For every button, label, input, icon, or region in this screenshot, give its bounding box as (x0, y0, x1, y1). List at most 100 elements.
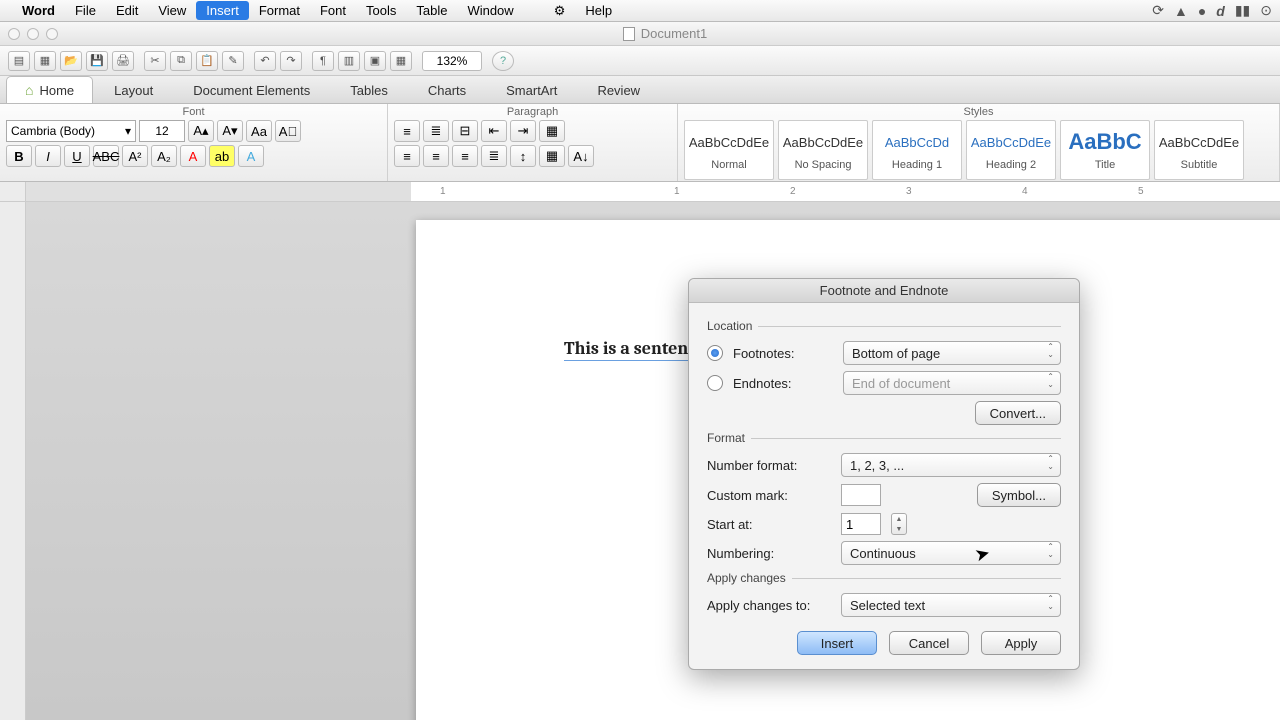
sidebar-button[interactable]: ▣ (364, 51, 386, 71)
menu-view[interactable]: View (148, 1, 196, 20)
style-title[interactable]: AaBbCTitle (1060, 120, 1150, 180)
menu-help[interactable]: Help (575, 1, 622, 20)
borders-button[interactable]: ▦ (539, 120, 565, 142)
number-format-select[interactable]: 1, 2, 3, ... (841, 453, 1061, 477)
style-no-spacing[interactable]: AaBbCcDdEeNo Spacing (778, 120, 868, 180)
increase-indent-button[interactable]: ⇥ (510, 120, 536, 142)
format-painter-button[interactable]: ✎ (222, 51, 244, 71)
bold-button[interactable]: B (6, 145, 32, 167)
underline-button[interactable]: U (64, 145, 90, 167)
style-normal[interactable]: AaBbCcDdEeNormal (684, 120, 774, 180)
tab-charts[interactable]: Charts (409, 77, 485, 103)
footnotes-radio[interactable] (707, 345, 723, 361)
menu-file[interactable]: File (65, 1, 106, 20)
italic-button[interactable]: I (35, 145, 61, 167)
justify-button[interactable]: ≣ (481, 145, 507, 167)
numbering-label: Numbering: (707, 546, 831, 561)
toolbox-button[interactable]: ▦ (390, 51, 412, 71)
app-name[interactable]: Word (22, 3, 55, 18)
font-size-select[interactable]: 12 (139, 120, 185, 142)
new-doc-button[interactable]: ▤ (8, 51, 30, 71)
shading-button[interactable]: ▦ (539, 145, 565, 167)
style-subtitle[interactable]: AaBbCcDdEeSubtitle (1154, 120, 1244, 180)
templates-button[interactable]: ▦ (34, 51, 56, 71)
shrink-font-button[interactable]: A▾ (217, 120, 243, 142)
font-name-select[interactable]: Cambria (Body)▾ (6, 120, 136, 142)
endnotes-radio[interactable] (707, 375, 723, 391)
sync-icon[interactable]: ⊙ (1260, 2, 1272, 19)
horizontal-ruler[interactable]: 1 1 2 3 4 5 (0, 182, 1280, 202)
menu-insert[interactable]: Insert (196, 1, 249, 20)
menu-format[interactable]: Format (249, 1, 310, 20)
script-menu-icon[interactable]: ⚙ (544, 1, 576, 21)
align-center-button[interactable]: ≡ (423, 145, 449, 167)
line-spacing-button[interactable]: ↕ (510, 145, 536, 167)
open-button[interactable]: 📂 (60, 51, 82, 71)
undo-button[interactable]: ↶ (254, 51, 276, 71)
style-heading-2[interactable]: AaBbCcDdEeHeading 2 (966, 120, 1056, 180)
zoom-window-button[interactable] (46, 28, 58, 40)
subscript-button[interactable]: A₂ (151, 145, 177, 167)
align-right-button[interactable]: ≡ (452, 145, 478, 167)
menu-table[interactable]: Table (406, 1, 457, 20)
convert-button[interactable]: Convert... (975, 401, 1061, 425)
apply-button[interactable]: Apply (981, 631, 1061, 655)
change-case-button[interactable]: Aa (246, 120, 272, 142)
apply-changes-label: Apply changes to: (707, 598, 831, 613)
cut-button[interactable]: ✂ (144, 51, 166, 71)
d-icon[interactable]: d (1216, 3, 1225, 19)
numbering-button[interactable]: ≣ (423, 120, 449, 142)
custom-mark-input[interactable] (841, 484, 881, 506)
vertical-ruler[interactable] (0, 202, 26, 720)
tab-document-elements[interactable]: Document Elements (174, 77, 329, 103)
redo-button[interactable]: ↷ (280, 51, 302, 71)
tab-tables[interactable]: Tables (331, 77, 407, 103)
highlight-button[interactable]: ab (209, 145, 235, 167)
symbol-button[interactable]: Symbol... (977, 483, 1061, 507)
sort-button[interactable]: A↓ (568, 145, 594, 167)
multilevel-button[interactable]: ⊟ (452, 120, 478, 142)
menu-window[interactable]: Window (457, 1, 523, 20)
hat-icon[interactable]: ● (1198, 3, 1206, 19)
help-button[interactable]: ? (492, 51, 514, 71)
print-button[interactable]: 🖨 (112, 51, 134, 71)
tab-smartart[interactable]: SmartArt (487, 77, 576, 103)
document-canvas[interactable]: This is a sentence. (26, 202, 1280, 720)
endnotes-location-select[interactable]: End of document (843, 371, 1061, 395)
apply-changes-select[interactable]: Selected text (841, 593, 1061, 617)
copy-button[interactable]: ⧉ (170, 51, 192, 71)
strikethrough-button[interactable]: ABC (93, 145, 119, 167)
bullets-button[interactable]: ≡ (394, 120, 420, 142)
number-format-label: Number format: (707, 458, 831, 473)
cancel-button[interactable]: Cancel (889, 631, 969, 655)
menu-font[interactable]: Font (310, 1, 356, 20)
battery-icon[interactable]: ▮▮ (1235, 2, 1250, 19)
tab-layout[interactable]: Layout (95, 77, 172, 103)
footnotes-location-select[interactable]: Bottom of page (843, 341, 1061, 365)
save-button[interactable]: 💾 (86, 51, 108, 71)
menu-tools[interactable]: Tools (356, 1, 406, 20)
menu-edit[interactable]: Edit (106, 1, 148, 20)
status-icon[interactable]: ⟳ (1152, 2, 1164, 19)
numbering-select[interactable]: Continuous (841, 541, 1061, 565)
minimize-window-button[interactable] (27, 28, 39, 40)
start-at-input[interactable] (841, 513, 881, 535)
tab-home[interactable]: ⌂Home (6, 76, 93, 103)
drive-icon[interactable]: ▲ (1174, 3, 1188, 19)
clear-format-button[interactable]: A⃠ (275, 120, 301, 142)
close-window-button[interactable] (8, 28, 20, 40)
insert-button[interactable]: Insert (797, 631, 877, 655)
superscript-button[interactable]: A² (122, 145, 148, 167)
paste-button[interactable]: 📋 (196, 51, 218, 71)
text-effects-button[interactable]: A (238, 145, 264, 167)
decrease-indent-button[interactable]: ⇤ (481, 120, 507, 142)
tab-review[interactable]: Review (578, 77, 659, 103)
font-color-button[interactable]: A (180, 145, 206, 167)
columns-button[interactable]: ▥ (338, 51, 360, 71)
align-left-button[interactable]: ≡ (394, 145, 420, 167)
zoom-select[interactable]: 132% (422, 51, 482, 71)
style-heading-1[interactable]: AaBbCcDdHeading 1 (872, 120, 962, 180)
grow-font-button[interactable]: A▴ (188, 120, 214, 142)
start-at-stepper[interactable]: ▲▼ (891, 513, 907, 535)
show-formatting-button[interactable]: ¶ (312, 51, 334, 71)
